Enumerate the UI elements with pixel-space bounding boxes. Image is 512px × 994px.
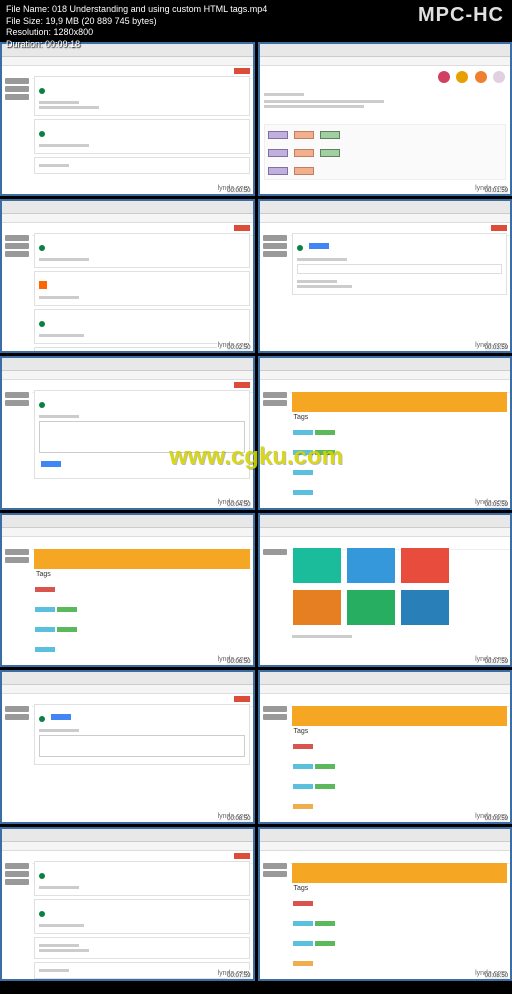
thumbnail[interactable]: lynda.com 00:02:50 (0, 199, 255, 353)
thumbnail[interactable]: lynda.com 00:07:59 (258, 513, 512, 667)
player-name: MPC-HC (418, 4, 504, 27)
thumbnail[interactable]: lynda.com 00:01:59 (258, 42, 512, 196)
thumbnail[interactable]: lynda.com 00:04:50 (0, 356, 255, 510)
thumbnail[interactable]: Tags lynda.com 00:08:50 (258, 827, 512, 981)
thumbnail[interactable]: lynda.com 00:08:50 (0, 670, 255, 824)
thumbnail[interactable]: Tags lynda.com 00:06:50 (0, 513, 255, 667)
thumbnail-grid: lynda.com 00:00:50 (0, 0, 512, 981)
thumbnail[interactable]: lynda.com 00:07:59 (0, 827, 255, 981)
file-metadata: File Name: 018 Understanding and using c… (0, 0, 273, 55)
thumbnail[interactable]: lynda.com 00:00:50 (0, 42, 255, 196)
watermark: www.cgku.com (169, 443, 343, 471)
thumbnail[interactable]: Tags lynda.com 00:05:59 (258, 356, 512, 510)
thumbnail[interactable]: lynda.com 00:03:59 (258, 199, 512, 353)
thumbnail[interactable]: Tags lynda.com 00:09:59 (258, 670, 512, 824)
